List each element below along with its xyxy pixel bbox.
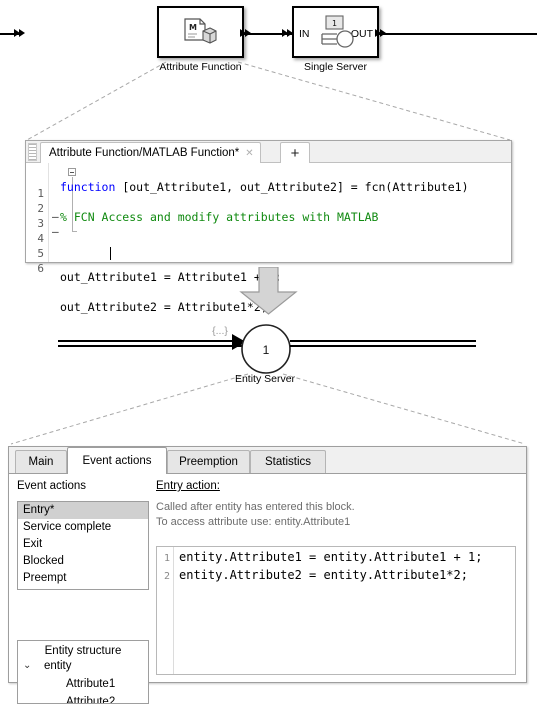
entity-line-lower: [58, 345, 244, 347]
tab-main[interactable]: Main: [15, 450, 67, 473]
tree-node-label: entity: [44, 660, 72, 672]
port-label-in: IN: [299, 28, 310, 40]
line-number: 5: [37, 247, 44, 260]
editor-tab-title: Attribute Function/MATLAB Function*: [49, 147, 240, 159]
entry-action-hint-line2: To access attribute use: entity.Attribut…: [156, 516, 351, 528]
chevron-down-icon[interactable]: ⌄: [23, 657, 31, 675]
tree-node-label: Attribute1: [66, 678, 116, 690]
editor-gutter: 1 2 3 4 5 6: [26, 163, 49, 275]
code-line: entity.Attribute1 = entity.Attribute1 + …: [179, 550, 483, 564]
tree-node-attribute1[interactable]: Attribute1: [18, 675, 148, 693]
text-caret: [110, 247, 111, 260]
server-capacity-text: 1: [332, 19, 337, 28]
tab-preemption[interactable]: Preemption: [167, 450, 250, 473]
line-number: 6: [37, 262, 44, 275]
entity-structure-tree[interactable]: Entity structure ⌄ entity Attribute1 Att…: [17, 640, 149, 704]
tree-node-entity[interactable]: ⌄ entity: [18, 657, 148, 675]
flow-down-arrow-icon: [239, 267, 298, 315]
matlab-function-editor[interactable]: Attribute Function/MATLAB Function* ✕ + …: [25, 140, 512, 314]
close-icon[interactable]: ✕: [245, 148, 253, 159]
list-item-exit[interactable]: Exit: [18, 536, 148, 553]
line-number: 1: [163, 553, 170, 564]
list-item-service-complete[interactable]: Service complete: [18, 519, 148, 536]
expansion-connector-top: [26, 61, 511, 141]
tab-event-actions[interactable]: Event actions: [67, 447, 167, 474]
dialog-tab-strip: Main Event actions Preemption Statistics: [9, 447, 526, 474]
executable-line-mark: –: [52, 225, 59, 238]
line-number: 1: [37, 187, 44, 200]
expansion-connector-bottom: [10, 373, 526, 445]
entity-line-upper: [58, 340, 244, 342]
executable-line-mark: –: [52, 210, 59, 223]
entity-line-out-upper: [290, 340, 476, 342]
block-parameters-dialog: Main Event actions Preemption Statistics…: [8, 446, 527, 704]
matlab-function-attribute-icon: M: [184, 18, 217, 44]
editor-tab-bar: Attribute Function/MATLAB Function* ✕ +: [26, 141, 511, 163]
code-comment: % FCN Access and modify attributes with …: [60, 210, 379, 224]
code-text: [out_Attribute1, out_Attribute2] = fcn(A…: [115, 180, 469, 194]
entity-server-capacity-text: 1: [263, 343, 270, 357]
editor-grip-handle[interactable]: [28, 143, 37, 161]
line-number: 2: [37, 202, 44, 215]
entity-annotation: {...}: [212, 325, 228, 337]
dialog-panel: Event actions Entry* Service complete Ex…: [9, 474, 526, 704]
list-item-blocked[interactable]: Blocked: [18, 553, 148, 570]
block-single-server[interactable]: IN OUT 1: [292, 6, 379, 58]
entity-line-out-lower: [290, 345, 476, 347]
entity-structure-title: Entity structure: [44, 645, 122, 657]
entry-action-hint-line1: Called after entity has entered this blo…: [156, 501, 355, 513]
code-text: out_Attribute2 = Attribute1*2;: [60, 300, 268, 314]
code-line: % FCN Access and modify attributes with …: [60, 210, 509, 225]
signal-arrow-icon: [19, 29, 25, 37]
event-actions-list[interactable]: Entry* Service complete Exit Blocked Pre…: [17, 501, 149, 590]
tree-node-label: Attribute2: [66, 696, 116, 704]
list-item-preempt[interactable]: Preempt: [18, 570, 148, 587]
new-tab-button[interactable]: +: [280, 142, 310, 163]
tree-node-attribute2[interactable]: Attribute2: [18, 693, 148, 704]
block-entity-server[interactable]: 1: [240, 323, 292, 375]
code-gutter: 1 2: [157, 547, 174, 674]
line-number: 2: [163, 571, 170, 582]
code-line: function [out_Attribute1, out_Attribute2…: [60, 180, 509, 195]
entry-action-label: Entry action:: [156, 480, 220, 492]
block-attribute-function[interactable]: M: [157, 6, 244, 58]
code-line: entity.Attribute2 = entity.Attribute1*2;: [179, 568, 468, 582]
signal-line-out: [379, 33, 537, 35]
event-actions-label: Event actions: [17, 480, 87, 492]
code-keyword: function: [60, 180, 116, 194]
tab-statistics[interactable]: Statistics: [250, 450, 326, 473]
svg-text:M: M: [189, 23, 197, 32]
list-item-entry[interactable]: Entry*: [18, 502, 148, 519]
line-number: 3: [37, 217, 44, 230]
editor-tab-matlab-function[interactable]: Attribute Function/MATLAB Function* ✕: [40, 142, 261, 163]
signal-arrow-icon: [245, 29, 251, 37]
screenshot-root: M Attribute Function IN OUT 1 Single Ser…: [0, 0, 537, 704]
entry-action-code-editor[interactable]: 1 2 entity.Attribute1 = entity.Attribute…: [156, 546, 516, 675]
signal-arrow-icon: [380, 29, 386, 37]
editor-code-area[interactable]: function [out_Attribute1, out_Attribute2…: [60, 165, 509, 314]
line-number: 4: [37, 232, 44, 245]
single-server-icon: 1: [321, 15, 354, 48]
